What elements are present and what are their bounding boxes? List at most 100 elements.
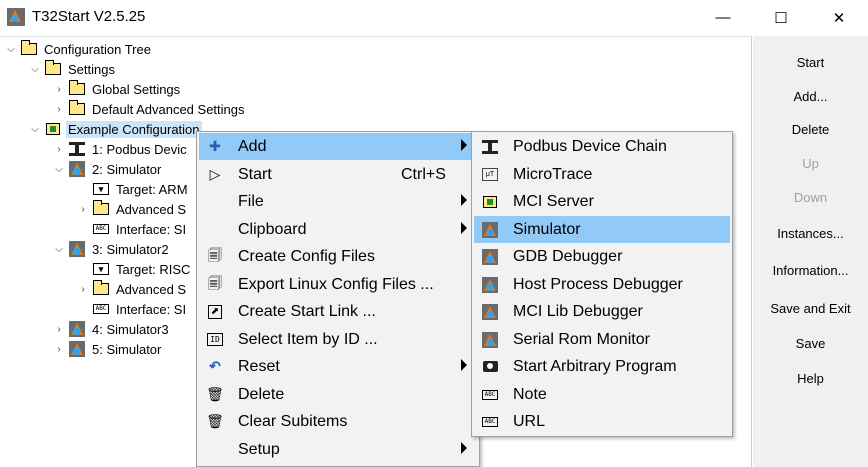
tree-node-simulator-4[interactable]: › 4: Simulator3 [52, 319, 171, 339]
save-button[interactable]: Save [753, 328, 868, 358]
gdb-debugger-icon [480, 248, 500, 266]
close-button[interactable]: ✕ [810, 0, 868, 35]
chevron-down-icon[interactable]: ⌵ [28, 119, 42, 139]
folder-icon [92, 280, 110, 297]
tree-node-default-advanced-settings[interactable]: › Default Advanced Settings [52, 99, 247, 119]
add-button[interactable]: Add... [753, 81, 868, 111]
submenu-item-note[interactable]: ABC Note [474, 381, 730, 408]
submenu-item-host-process-debugger[interactable]: Host Process Debugger [474, 271, 730, 298]
serial-rom-icon [480, 331, 500, 349]
tree-node-interface-2[interactable]: ABC Interface: SI [76, 299, 188, 319]
tree-node-podbus[interactable]: › 1: Podbus Devic [52, 139, 189, 159]
config-folder-icon [44, 121, 62, 137]
help-button[interactable]: Help [753, 363, 868, 393]
tree-node-target-risc[interactable]: ▾ Target: RISC [76, 259, 192, 279]
context-menu: ✚ Add ▷ Start Ctrl+S File Clipboard 🗐 Cr… [196, 131, 480, 467]
save-and-exit-button[interactable]: Save and Exit [753, 293, 868, 323]
tree-node-advanced-settings-2[interactable]: › Advanced S [76, 279, 188, 299]
menu-item-file[interactable]: File [199, 188, 477, 215]
abc-icon: ABC [480, 386, 500, 404]
chevron-down-icon[interactable]: ⌵ [52, 159, 66, 179]
menu-item-setup[interactable]: Setup [199, 436, 477, 463]
up-button[interactable]: Up [753, 148, 868, 178]
abc-icon: ABC [92, 221, 110, 237]
submenu-item-simulator[interactable]: Simulator [474, 216, 730, 243]
start-button[interactable]: Start [753, 47, 868, 77]
chevron-down-icon[interactable]: ⌵ [4, 39, 18, 59]
chevron-right-icon[interactable]: › [52, 319, 66, 339]
menu-item-clipboard[interactable]: Clipboard [199, 216, 477, 243]
tree-node-simulator-3[interactable]: ⌵ 3: Simulator2 [52, 239, 171, 259]
menu-item-add[interactable]: ✚ Add [199, 133, 477, 160]
tree-node-global-settings[interactable]: › Global Settings [52, 79, 182, 99]
app-icon [7, 8, 25, 26]
menu-item-create-start-link[interactable]: ⬈ Create Start Link ... [199, 298, 477, 325]
simulator-icon [68, 161, 86, 177]
config-files-icon: 🗐 [208, 246, 222, 263]
submenu-item-url[interactable]: ABC URL [474, 408, 730, 435]
trash-icon: 🗑 [206, 386, 224, 402]
submenu-item-start-arbitrary-program[interactable]: Start Arbitrary Program [474, 353, 730, 380]
menu-item-create-config-files[interactable]: 🗐 Create Config Files [199, 243, 477, 270]
simulator-icon [68, 321, 86, 337]
submenu-item-gdb-debugger[interactable]: GDB Debugger [474, 243, 730, 270]
menu-item-delete[interactable]: 🗑 Delete [199, 381, 477, 408]
window-title: T32Start V2.5.25 [32, 8, 146, 25]
chevron-right-icon[interactable]: › [52, 339, 66, 359]
chevron-right-icon[interactable]: › [52, 79, 66, 99]
chevron-right-icon[interactable]: › [76, 199, 90, 219]
clear-icon: 🗑 [206, 413, 224, 429]
tree-node-simulator-5[interactable]: › 5: Simulator [52, 339, 163, 359]
undo-icon: ↶ [209, 358, 221, 374]
submenu-item-mci-server[interactable]: MCI Server [474, 188, 730, 215]
tree-node-advanced-settings-1[interactable]: › Advanced S [76, 199, 188, 219]
folder-icon [68, 80, 86, 97]
down-button[interactable]: Down [753, 182, 868, 212]
tree-node-configuration-tree[interactable]: ⌵ Configuration Tree [4, 39, 153, 59]
chevron-down-icon[interactable]: ⌵ [52, 239, 66, 259]
link-icon: ⬈ [208, 304, 222, 319]
submenu-item-microtrace[interactable]: μT MicroTrace [474, 161, 730, 188]
camera-icon [480, 358, 500, 376]
simulator-icon [480, 221, 500, 239]
menu-item-start[interactable]: ▷ Start Ctrl+S [199, 161, 477, 188]
submenu-item-mci-lib-debugger[interactable]: MCI Lib Debugger [474, 298, 730, 325]
minimize-button[interactable]: — [694, 0, 752, 35]
folder-icon [44, 60, 62, 77]
tree-node-settings[interactable]: ⌵ Settings [28, 59, 117, 79]
menu-item-reset[interactable]: ↶ Reset [199, 353, 477, 380]
id-icon: ID [207, 333, 223, 346]
abc-icon: ABC [480, 413, 500, 431]
menu-item-export-linux-config[interactable]: 🗐 Export Linux Config Files ... [199, 271, 477, 298]
tree-node-example-configuration[interactable]: ⌵ Example Configuration [28, 119, 202, 139]
submenu-item-serial-rom-monitor[interactable]: Serial Rom Monitor [474, 326, 730, 353]
tree-node-interface-1[interactable]: ABC Interface: SI [76, 219, 188, 239]
simulator-icon [68, 241, 86, 257]
submenu-item-podbus-device-chain[interactable]: Podbus Device Chain [474, 133, 730, 160]
instances-button[interactable]: Instances... [753, 218, 868, 248]
folder-icon [20, 40, 38, 57]
podbus-chain-icon [480, 138, 500, 156]
tree-node-simulator-2[interactable]: ⌵ 2: Simulator [52, 159, 163, 179]
export-files-icon: 🗐 [208, 274, 222, 291]
delete-button[interactable]: Delete [753, 114, 868, 144]
podbus-chain-icon [68, 141, 86, 157]
chevron-right-icon[interactable]: › [76, 279, 90, 299]
submenu-arrow-icon [461, 222, 467, 234]
target-icon: ▾ [92, 181, 110, 197]
play-icon: ▷ [209, 166, 221, 182]
information-button[interactable]: Information... [753, 255, 868, 285]
plus-icon: ✚ [209, 138, 221, 154]
menu-item-clear-subitems[interactable]: 🗑 Clear Subitems [199, 408, 477, 435]
tree-node-target-arm[interactable]: ▾ Target: ARM [76, 179, 190, 199]
chevron-right-icon[interactable]: › [52, 99, 66, 119]
add-submenu: Podbus Device Chain μT MicroTrace MCI Se… [471, 131, 733, 437]
folder-icon [92, 200, 110, 217]
simulator-icon [68, 341, 86, 357]
menu-item-select-by-id[interactable]: ID Select Item by ID ... [199, 326, 477, 353]
submenu-arrow-icon [461, 359, 467, 371]
chevron-right-icon[interactable]: › [52, 139, 66, 159]
submenu-arrow-icon [461, 442, 467, 454]
chevron-down-icon[interactable]: ⌵ [28, 59, 42, 79]
maximize-button[interactable]: ☐ [752, 0, 810, 35]
